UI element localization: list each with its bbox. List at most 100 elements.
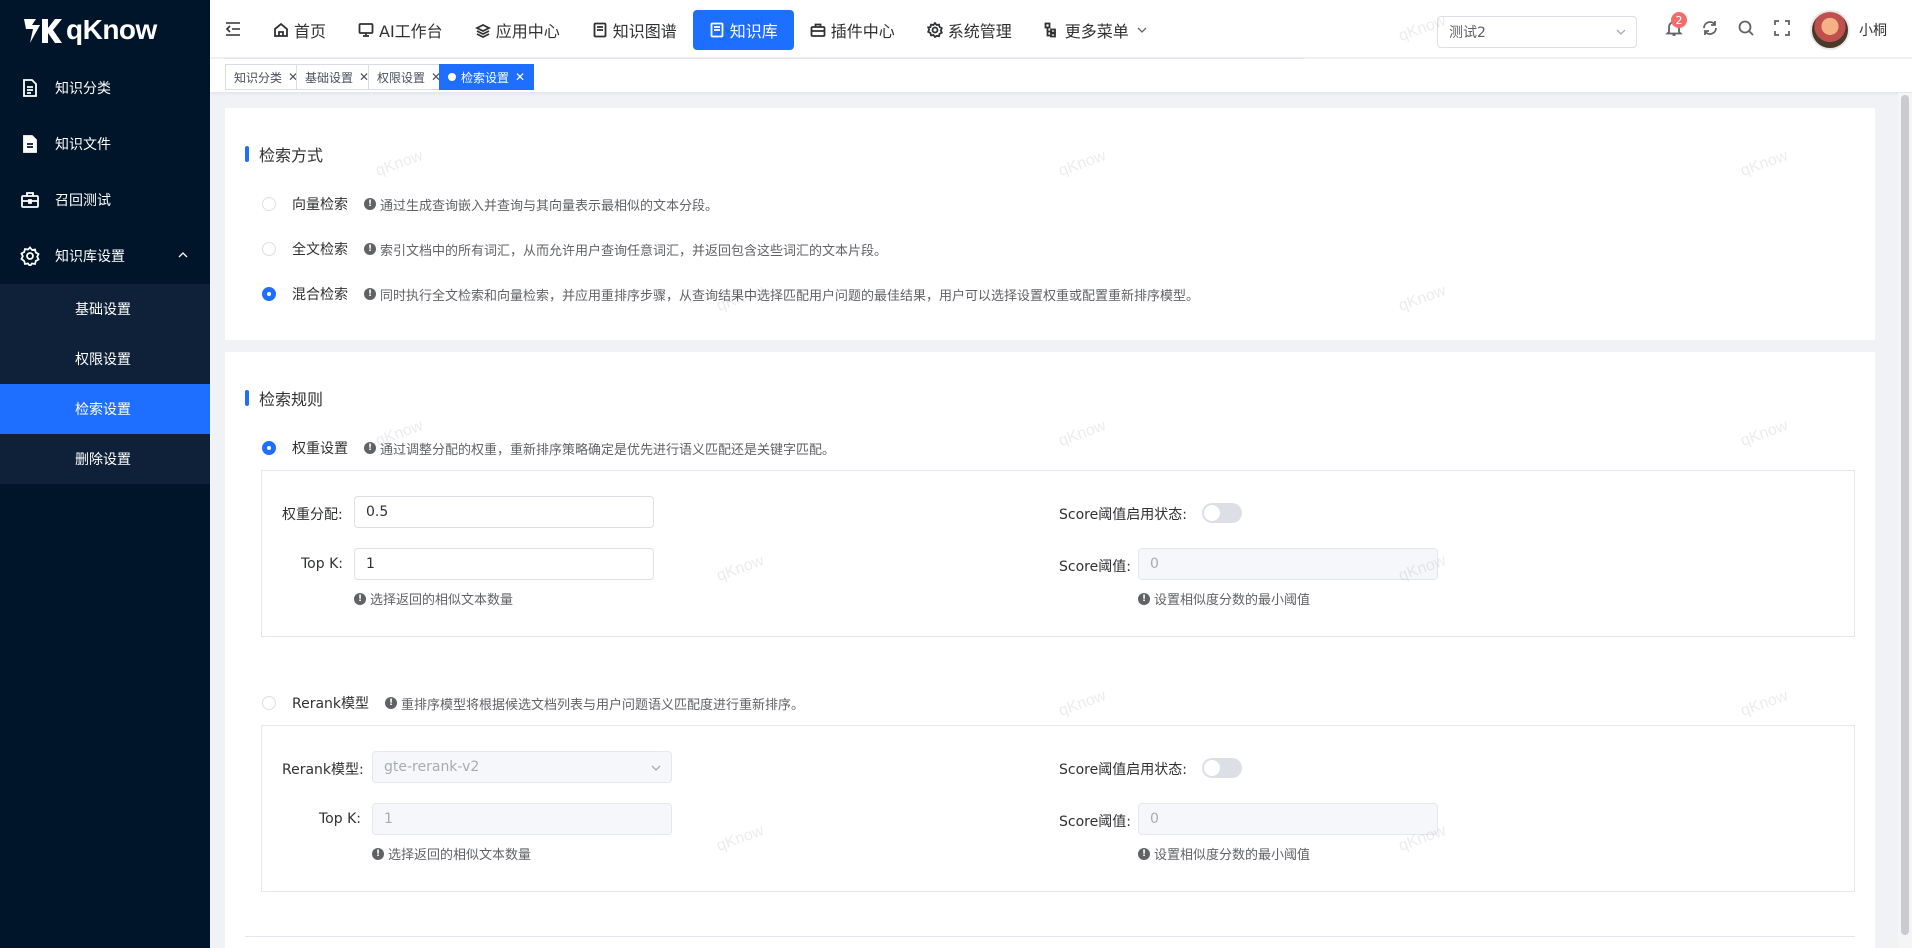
radio-weight-setting[interactable]: 权重设置 ! 通过调整分配的权重，重新排序策略确定是优先进行语义匹配还是关键字匹… bbox=[262, 438, 835, 458]
briefcase-icon bbox=[20, 190, 40, 210]
radio-hint: 通过调整分配的权重，重新排序策略确定是优先进行语义匹配还是关键字匹配。 bbox=[380, 442, 836, 458]
logo[interactable]: qKnow bbox=[0, 0, 210, 60]
radio-button[interactable] bbox=[262, 696, 276, 710]
score-input[interactable]: 0 bbox=[1138, 548, 1438, 580]
nav-knowledge-graph[interactable]: 知识图谱 bbox=[576, 10, 693, 50]
avatar[interactable] bbox=[1810, 10, 1850, 50]
tag-label: 权限设置 bbox=[377, 70, 426, 85]
nav-knowledge-base[interactable]: 知识库 bbox=[692, 10, 794, 50]
fullscreen-icon[interactable] bbox=[1772, 18, 1792, 38]
radio-button-checked[interactable] bbox=[262, 287, 276, 301]
refresh-icon[interactable] bbox=[1700, 18, 1720, 38]
topk-label: Top K: bbox=[301, 556, 343, 572]
tag-label: 检索设置 bbox=[461, 70, 510, 85]
nav-app-center[interactable]: 应用中心 bbox=[459, 10, 576, 50]
gear-icon bbox=[20, 246, 40, 266]
score-input[interactable]: 0 bbox=[1138, 803, 1438, 835]
nav-ai-workbench[interactable]: AI工作台 bbox=[342, 10, 459, 50]
radio-rerank-model[interactable]: Rerank模型 ! 重排序模型将根据候选文档列表与用户问题语义匹配度进行重新排… bbox=[262, 693, 804, 713]
tag-permission-settings[interactable]: 权限设置 ✕ bbox=[368, 64, 451, 90]
sidebar-subitem-delete[interactable]: 删除设置 bbox=[0, 434, 210, 484]
radio-button-checked[interactable] bbox=[262, 441, 276, 455]
sidebar-item-kb-settings[interactable]: 知识库设置 bbox=[0, 228, 210, 284]
scrollbar-thumb[interactable] bbox=[1901, 95, 1909, 935]
rerank-model-value: gte-rerank-v2 bbox=[384, 759, 480, 775]
logo-icon bbox=[22, 15, 62, 45]
topk-input[interactable]: 1 bbox=[354, 548, 654, 580]
nav-more-menu[interactable]: 更多菜单 bbox=[1028, 10, 1163, 50]
sidebar-subitem-search[interactable]: 检索设置 bbox=[0, 384, 210, 434]
weight-settings-panel: 权重分配: 0.5 Top K: 1 ! 选择返回的相似文本数量 Score阈值… bbox=[261, 470, 1855, 637]
gear-icon bbox=[926, 22, 943, 38]
score-label: Score阈值: bbox=[1059, 814, 1131, 830]
menu-collapse-icon[interactable] bbox=[224, 20, 242, 38]
file-icon bbox=[20, 134, 40, 154]
tag-label: 基础设置 bbox=[305, 70, 354, 85]
topk-hint-text: 选择返回的相似文本数量 bbox=[388, 848, 532, 863]
search-icon[interactable] bbox=[1736, 18, 1756, 38]
info-icon: ! bbox=[364, 288, 376, 300]
sidebar-subitem-basic[interactable]: 基础设置 bbox=[0, 284, 210, 334]
info-icon: ! bbox=[385, 697, 398, 709]
sidebar-submenu: 基础设置 权限设置 检索设置 删除设置 bbox=[0, 284, 210, 484]
rerank-settings-panel: Rerank模型: gte-rerank-v2 Top K: 1 ! 选择返回的… bbox=[261, 725, 1855, 892]
search-method-card: 检索方式 向量检索 ! 通过生成查询嵌入并查询与其向量表示最相似的文本分段。 全… bbox=[225, 108, 1875, 340]
topk-input[interactable]: 1 bbox=[372, 803, 672, 835]
radio-vector-search[interactable]: 向量检索 ! 通过生成查询嵌入并查询与其向量表示最相似的文本分段。 bbox=[262, 194, 718, 214]
kb-select[interactable]: 测试2 bbox=[1437, 16, 1637, 48]
username[interactable]: 小桐 bbox=[1859, 20, 1887, 40]
close-icon[interactable]: ✕ bbox=[515, 70, 525, 84]
radio-label: 全文检索 bbox=[292, 242, 348, 258]
topk-hint: ! 选择返回的相似文本数量 bbox=[354, 589, 513, 608]
radio-label: 混合检索 bbox=[292, 287, 348, 303]
nav-home[interactable]: 首页 bbox=[257, 10, 342, 50]
book-icon bbox=[709, 22, 725, 38]
score-input-value: 0 bbox=[1150, 556, 1159, 572]
tag-knowledge-category[interactable]: 知识分类 ✕ bbox=[225, 64, 308, 90]
nav-label: 首页 bbox=[294, 22, 327, 41]
info-icon: ! bbox=[1138, 847, 1150, 860]
score-threshold-switch[interactable] bbox=[1202, 758, 1242, 778]
sidebar-item-knowledge-category[interactable]: 知识分类 bbox=[0, 60, 210, 116]
sidebar-item-recall-test[interactable]: 召回测试 bbox=[0, 172, 210, 228]
page-scrollbar[interactable] bbox=[1898, 93, 1912, 948]
radio-hybrid-search[interactable]: 混合检索 ! 同时执行全文检索和向量检索，并应用重排序步骤，从查询结果中选择匹配… bbox=[262, 284, 1199, 304]
sidebar-item-knowledge-files[interactable]: 知识文件 bbox=[0, 116, 210, 172]
sidebar-subitem-label: 权限设置 bbox=[75, 352, 131, 368]
radio-hint: 索引文档中的所有词汇，从而允许用户查询任意词汇，并返回包含这些词汇的文本片段。 bbox=[380, 243, 888, 259]
sidebar-subitem-permission[interactable]: 权限设置 bbox=[0, 334, 210, 384]
notification-badge: 2 bbox=[1671, 12, 1687, 28]
divider bbox=[245, 936, 1855, 937]
weight-label: 权重分配: bbox=[282, 507, 343, 523]
tags-view: 知识分类 ✕ 基础设置 ✕ 权限设置 ✕ 检索设置 ✕ bbox=[210, 59, 1912, 93]
nav-plugin-center[interactable]: 插件中心 bbox=[794, 10, 911, 50]
weight-input-value: 0.5 bbox=[366, 504, 389, 520]
radio-fulltext-search[interactable]: 全文检索 ! 索引文档中的所有词汇，从而允许用户查询任意词汇，并返回包含这些词汇… bbox=[262, 239, 887, 259]
search-rules-card: 检索规则 权重设置 ! 通过调整分配的权重，重新排序策略确定是优先进行语义匹配还… bbox=[225, 352, 1875, 948]
score-switch-label: Score阈值启用状态: bbox=[1059, 507, 1187, 523]
title-bar-icon bbox=[245, 146, 249, 162]
nav-label: 知识库 bbox=[729, 22, 778, 41]
topk-label: Top K: bbox=[319, 811, 361, 827]
radio-label: 向量检索 bbox=[292, 197, 348, 213]
sidebar-item-label: 召回测试 bbox=[55, 193, 111, 209]
nav-label: AI工作台 bbox=[379, 22, 443, 41]
score-threshold-switch[interactable] bbox=[1202, 503, 1242, 523]
chevron-up-icon bbox=[178, 252, 188, 258]
document-icon bbox=[20, 78, 40, 98]
sidebar-item-label: 知识分类 bbox=[55, 81, 111, 97]
radio-button[interactable] bbox=[262, 242, 276, 256]
nav-system-admin[interactable]: 系统管理 bbox=[911, 10, 1028, 50]
rerank-model-select[interactable]: gte-rerank-v2 bbox=[372, 751, 672, 783]
topk-hint: ! 选择返回的相似文本数量 bbox=[372, 844, 531, 863]
tag-search-settings[interactable]: 检索设置 ✕ bbox=[439, 64, 535, 90]
radio-button[interactable] bbox=[262, 197, 276, 211]
top-nav: 首页 AI工作台 应用中心 知识图谱 知识库 插件中心 系统管理 更多菜单 bbox=[257, 10, 1163, 50]
active-dot-icon bbox=[448, 73, 456, 81]
sidebar-item-label: 知识文件 bbox=[55, 137, 111, 153]
logo-text: qKnow bbox=[66, 14, 157, 45]
toolbox-icon bbox=[810, 22, 826, 38]
weight-input[interactable]: 0.5 bbox=[354, 496, 654, 528]
score-input-value: 0 bbox=[1150, 811, 1159, 827]
tag-basic-settings[interactable]: 基础设置 ✕ bbox=[296, 64, 379, 90]
